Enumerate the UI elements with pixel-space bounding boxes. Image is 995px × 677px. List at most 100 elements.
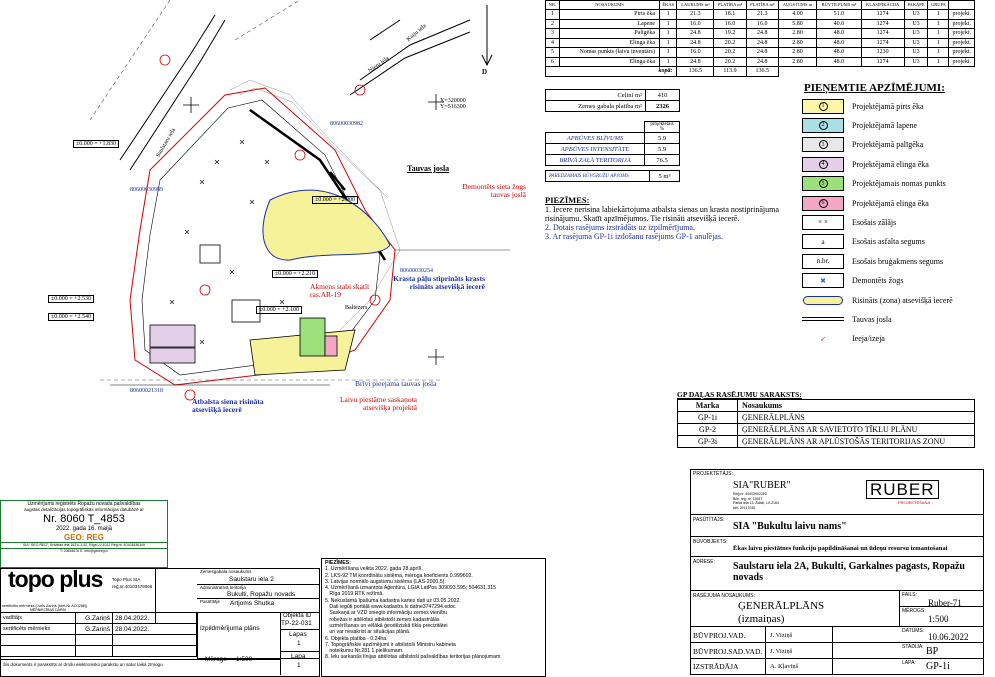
header-cell: KLASIFIKĀCIJA [860,0,905,10]
building-cell: 1 [927,9,950,20]
building-cell: 2.80 [777,37,818,48]
building-cell: 1 [658,37,678,48]
ruber-logo: RUBER [866,480,939,499]
building-cell: 40.0 [816,18,862,29]
topo-footer: Šis dokuments ir parakstīts ar drošu ele… [3,662,163,667]
legend-symbol: 3 [818,140,828,150]
legend-label: Projektējamā elinga ēka [852,198,929,208]
label-krasts: Krasta pāļu stiprināts krasts risināts a… [393,274,485,291]
notes-title: PIEZĪMES: [545,195,590,205]
legend-item: 5 Projektējamais nomas punkts [802,176,946,192]
ruber-logo-sub: PROJEKTĒŠANA [898,500,931,505]
indicator-row: APBŪVES BLĪVUMS 5.9 [545,132,680,144]
legend-item: 3 Projektējamā palīgēka [802,137,923,153]
legend-symbol: × × [818,218,828,227]
header-cell: AUGSTUMS m [777,0,818,10]
building-cell: 51.0 [816,9,862,20]
note-item: 3. Ar rasējuma GP-1i izdošanu rasējums G… [545,232,723,241]
legend-label: Projektējamā pirts ēka [852,101,924,111]
legend-title: PIEŅEMTIE APZĪMĒJUMI: [804,82,945,94]
building-cell: 16.0 [745,18,779,29]
building-cell: 1274 [860,18,905,29]
topo-role-row: sertificēts mērnieks G.Zariņš 28.04.2022… [0,623,197,635]
legend-label: Esošais bruģakmens segums [852,256,944,266]
indicator-value: 76.5 [644,154,680,166]
legend-item: ✖ Demontēts žogs [802,273,903,289]
property-label: Zemesgabala nosaukums [200,569,252,574]
topo-role-name: G.Zariņš [75,612,113,624]
building-cell: U3 [903,28,929,39]
building-cell: 16.0 [713,18,747,29]
building-cell: 5 [545,47,560,58]
legend-swatch: ✖ [802,273,844,289]
gp-row: GP-1i ĢENERĀLPLĀNS [677,411,975,424]
building-cell: 20.2 [713,47,747,58]
building-cell: projekt. [948,18,975,29]
sheet-label: LAPA: [902,660,916,666]
legend-label: Demontēts žogs [852,276,904,286]
summary-value: 2326 [645,100,680,112]
legend-item: × × Esošais zālājs [802,214,896,230]
parking-value: 5 m³ [649,170,680,182]
gp-row: GP-3i ĢENERĀLPLĀNS AR APLŪSTOŠĀS TERITORI… [677,435,975,448]
building-cell: projekt. [948,47,975,58]
indicator-table: projektētais % APBŪVES BLĪVUMS 5.9 APBŪVE… [545,121,680,166]
building-cell: 2.80 [777,56,818,67]
drawing-name: ĢENERĀLPLĀNS [738,600,825,612]
legend-label: Ieeja/izeja [852,334,885,344]
building-cell: 21.3 [676,9,715,20]
legend-label: Risināts (zona) atsevišķā iecerē [852,295,953,305]
pages-value: 1 [297,640,301,647]
building-cell: 16.0 [676,18,715,29]
designer-label: PROJEKTĒTĀJS: [693,471,734,477]
topo-role-row: vadītājs G.Zariņš 28.04.2022. [0,612,197,624]
designer-details: Reģ.nr. 40003902283 Būv. reģ. nr. 13937 … [733,492,779,510]
property-value: Saulstaru iela 2 [229,576,274,583]
client-value-left: Artjoms Shutka [230,600,275,607]
legend-swatch [802,293,844,308]
label-baltezers: Baltezers [345,305,368,311]
level-label-6: ±0.000 = +2.100 [256,306,303,314]
percent-header: projektētais % [644,121,680,133]
building-cell: 24.8 [676,37,715,48]
building-cell: Pirts ēka [559,9,660,20]
gp-row: GP-2 ĢENERĀLPLĀNS AR SAVIETOTO TĪKLU PLĀN… [677,423,975,436]
legend-swatch: 5 [802,176,844,192]
building-cell: 24.8 [745,37,779,48]
gp-mark: GP-1i [677,411,738,424]
gp-name: ĢENERĀLPLĀNS [737,411,975,424]
building-cell: 24.8 [676,56,715,67]
indicator-label: APBŪVES INTENSITĀTE [545,143,645,155]
stamp-line2: augstas detalizācijas topogrāfiskās info… [24,507,144,512]
parcel-label-1: 80600030982 [330,121,363,127]
building-cell: projekt. [948,9,975,20]
legend-label: Projektējamais nomas punkts [852,179,946,189]
summary-label: Zemes gabala platība m² [545,100,646,112]
building-cell: 19.2 [713,28,747,39]
building-cell: 1 [658,28,678,39]
scale-value: 1:500 [928,614,949,624]
page-value: 1 [297,662,301,669]
header-cell: PLATĪBA m² [745,0,779,10]
building-cell: U3 [903,56,929,67]
label-tauvas: Tauvas josla [407,164,450,173]
totals-label: kopā: [544,66,678,77]
territory-value: Bukulti, Ropažu novads [227,591,296,598]
building-cell: Nomas punkts (laivu inventārs) [559,47,660,58]
building-cell: 5.80 [777,18,818,29]
topo-measurer: sertificēts mērnieks (Jurīs Zariņš (sert… [2,604,88,608]
gp-header: Nosaukums [737,399,975,412]
stamp-date: 2022. gada 16. maijā [55,525,113,532]
stamp-org: SIA "GEO REG", Brīvības iela 163 k-1-42,… [1,541,167,548]
building-cell: projekt. [948,28,975,39]
building-cell: 1 [927,18,950,29]
building-cell: 16.0 [676,47,715,58]
client-label: PASŪTĪTĀJS: [693,517,725,523]
building-cell: 24.8 [745,56,779,67]
indicator-row: BRĪVĀ ZAĻĀ TERITORIJA 76.5 [545,154,680,166]
building-cell: U3 [903,18,929,29]
header-cell: NOSAUKUMS [559,0,660,10]
total-cell: 136.5 [745,66,779,77]
legend-swatch: 6 [802,195,844,211]
building-row: 4 Elinga ēka 1 24.8 20.2 24.8 2.80 48.0 1274 U3 1 p… [545,37,975,48]
